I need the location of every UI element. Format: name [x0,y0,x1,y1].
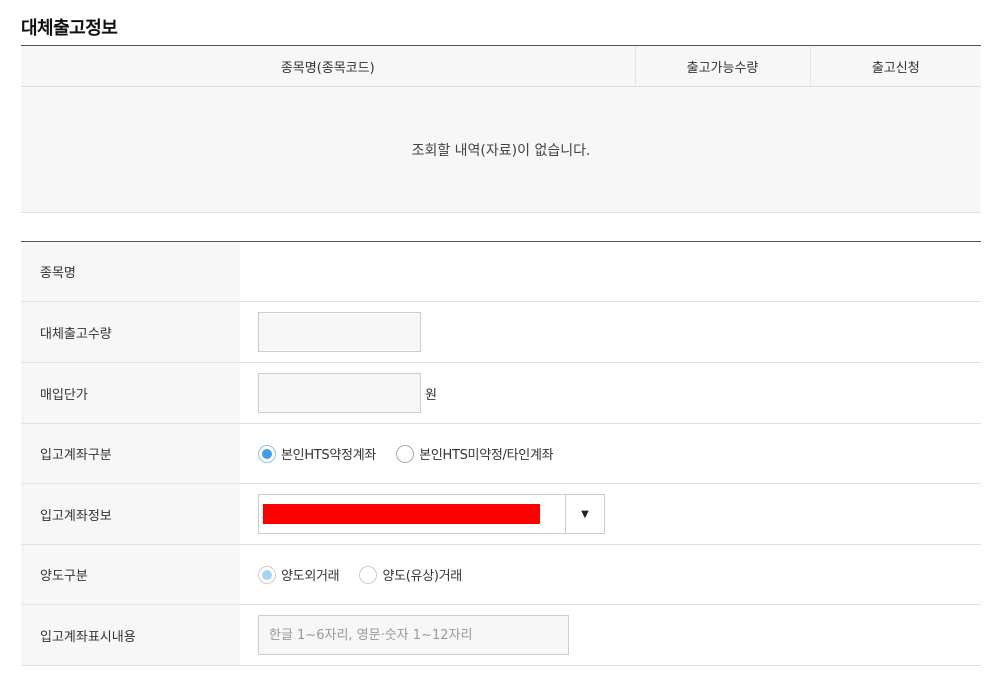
transfer-type-option-label: 양도외거래 [281,569,340,584]
form-row-display-text: 입고계좌표시내용 [21,604,981,666]
account-type-option-hts-contract[interactable]: 본인HTS약정계좌 [258,444,376,463]
transfer-type-option-paid-transfer[interactable]: 양도(유상)거래 [359,565,462,584]
stock-list-table: 종목명(종목코드) 출고가능수량 출고신청 조회할 내역(자료)이 없습니다. [21,45,981,213]
stock-name-value [240,241,981,302]
account-type-option-label: 본인HTS미약정/타인계좌 [419,448,554,463]
column-header-request: 출고신청 [809,45,981,87]
radio-unchecked-icon[interactable] [359,565,378,584]
empty-message: 조회할 내역(자료)이 없습니다. [21,86,981,213]
form-row-purchase-price: 매입단가 원 [21,362,981,424]
account-select-value [259,495,565,533]
transfer-type-label: 양도구분 [21,544,240,605]
account-select[interactable]: ▼ [258,494,605,534]
purchase-price-input[interactable] [258,373,421,413]
form-row-account-type: 입고계좌구분 본인HTS약정계좌 본인HTS미약정/타인계좌 [21,423,981,484]
form-row-quantity: 대체출고수량 [21,301,981,363]
account-type-option-label: 본인HTS약정계좌 [281,448,377,463]
redacted-account-number [263,504,540,524]
transfer-form: 종목명 대체출고수량 매입단가 원 입고계좌구분 본인HTS약정계좌 본인HTS… [21,241,981,666]
radio-unchecked-icon[interactable] [396,444,415,463]
form-row-transfer-type: 양도구분 양도외거래 양도(유상)거래 [21,544,981,605]
stock-name-label: 종목명 [21,241,240,302]
transfer-type-option-label: 양도(유상)거래 [382,569,462,584]
purchase-price-label: 매입단가 [21,362,240,424]
form-row-stock-name: 종목명 [21,241,981,302]
transfer-type-option-non-transfer[interactable]: 양도외거래 [258,565,340,584]
chevron-down-icon[interactable]: ▼ [565,495,604,533]
form-row-account-info: 입고계좌정보 ▼ [21,483,981,545]
account-type-label: 입고계좌구분 [21,423,240,484]
display-text-label: 입고계좌표시내용 [21,604,240,666]
display-text-input[interactable] [258,615,569,655]
quantity-input[interactable] [258,312,421,352]
quantity-label: 대체출고수량 [21,301,240,363]
account-type-option-other[interactable]: 본인HTS미약정/타인계좌 [396,444,554,463]
column-header-available-quantity: 출고가능수량 [634,45,810,87]
radio-checked-icon[interactable] [258,444,276,463]
radio-checked-icon[interactable] [258,565,276,584]
column-header-stock-name: 종목명(종목코드) [21,45,635,87]
account-info-label: 입고계좌정보 [21,483,240,545]
section-title: 대체출고정보 [21,18,118,39]
currency-unit: 원 [425,387,437,403]
